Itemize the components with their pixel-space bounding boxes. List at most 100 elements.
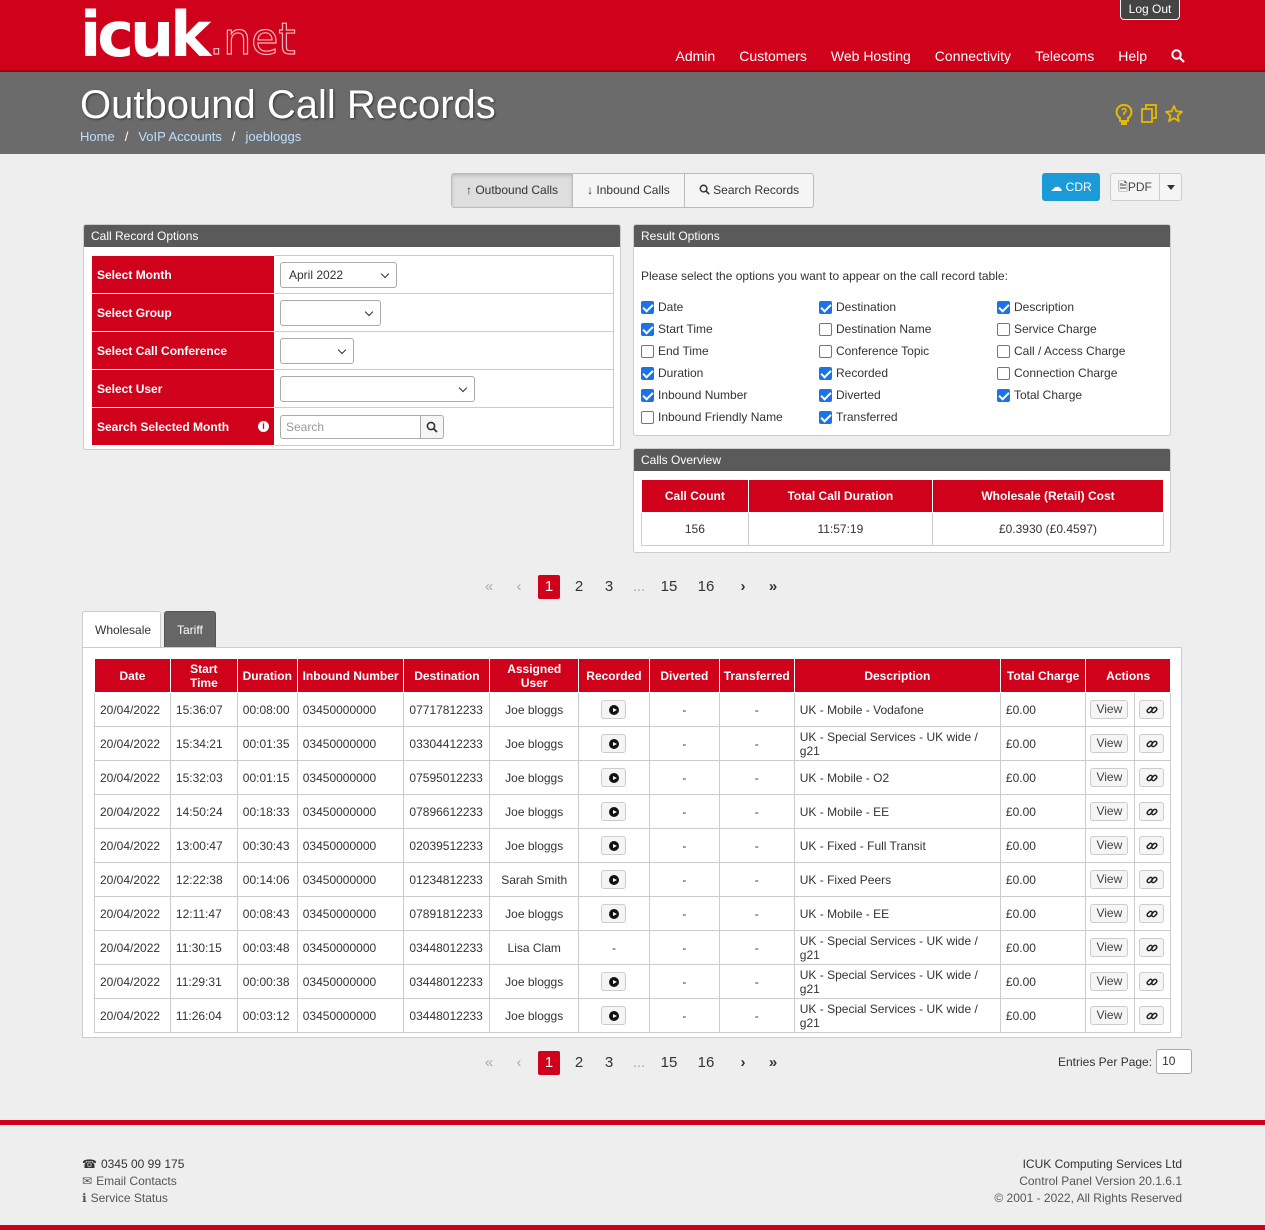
view-button[interactable]: View — [1090, 734, 1129, 753]
checkbox[interactable] — [819, 344, 832, 358]
view-button[interactable]: View — [1090, 972, 1129, 991]
checkbox[interactable] — [819, 322, 832, 336]
pdf-dropdown-caret[interactable] — [1160, 173, 1182, 201]
star-icon[interactable] — [1165, 104, 1183, 126]
icuk-logo[interactable]: icuk .net — [80, 4, 296, 66]
checkbox[interactable] — [641, 366, 654, 380]
link-icon[interactable] — [1139, 734, 1165, 753]
help-bulb-icon[interactable] — [1115, 104, 1133, 126]
last-page-icon[interactable]: » — [758, 575, 788, 599]
pdf-button[interactable]: 🗎PDF — [1110, 173, 1160, 201]
tab-wholesale[interactable]: Wholesale — [82, 611, 161, 648]
prev-page-icon[interactable]: ‹ — [504, 1051, 534, 1075]
prev-page-icon[interactable]: ‹ — [504, 575, 534, 599]
tab-search-records[interactable]: Search Records — [685, 174, 813, 207]
link-icon[interactable] — [1139, 1006, 1165, 1025]
nav-admin[interactable]: Admin — [676, 48, 716, 64]
view-button[interactable]: View — [1090, 768, 1129, 787]
checkbox[interactable] — [819, 388, 832, 402]
option-destination-name[interactable]: Destination Name — [819, 321, 997, 337]
nav-web-hosting[interactable]: Web Hosting — [831, 48, 911, 64]
checkbox[interactable] — [641, 410, 654, 424]
option-duration[interactable]: Duration — [641, 365, 819, 381]
page-1[interactable]: 1 — [538, 1051, 560, 1075]
month-search-input[interactable]: Search — [280, 414, 421, 439]
entries-per-page-input[interactable]: 10 — [1156, 1049, 1193, 1074]
checkbox[interactable] — [997, 300, 1010, 314]
option-destination[interactable]: Destination — [819, 299, 997, 315]
select-conference-dropdown[interactable] — [280, 337, 354, 364]
next-page-icon[interactable]: › — [728, 575, 758, 599]
link-icon[interactable] — [1139, 700, 1165, 719]
view-button[interactable]: View — [1090, 836, 1129, 855]
link-icon[interactable] — [1139, 938, 1165, 957]
checkbox[interactable] — [819, 410, 832, 424]
checkbox[interactable] — [641, 300, 654, 314]
info-icon[interactable]: i — [258, 420, 269, 432]
option-inbound-friendly-name[interactable]: Inbound Friendly Name — [641, 409, 819, 425]
page-2[interactable]: 2 — [564, 1051, 594, 1075]
checkbox[interactable] — [641, 388, 654, 402]
page-15[interactable]: 15 — [654, 575, 684, 599]
tab-inbound-calls[interactable]: ↓ Inbound Calls — [573, 174, 685, 207]
view-button[interactable]: View — [1090, 700, 1129, 719]
page-3[interactable]: 3 — [594, 1051, 624, 1075]
month-search-button[interactable] — [421, 414, 444, 439]
option-inbound-number[interactable]: Inbound Number — [641, 387, 819, 403]
cdr-download-button[interactable]: ☁ CDR — [1042, 173, 1100, 201]
link-icon[interactable] — [1139, 768, 1165, 787]
play-recording-button[interactable] — [601, 870, 627, 889]
view-button[interactable]: View — [1090, 802, 1129, 821]
option-call-access-charge[interactable]: Call / Access Charge — [997, 343, 1171, 359]
page-16[interactable]: 16 — [684, 575, 728, 599]
footer-email[interactable]: ✉ Email Contacts — [82, 1173, 184, 1190]
checkbox[interactable] — [997, 322, 1010, 336]
checkbox[interactable] — [997, 344, 1010, 358]
play-recording-button[interactable] — [601, 972, 627, 991]
link-icon[interactable] — [1139, 836, 1165, 855]
nav-telecoms[interactable]: Telecoms — [1035, 48, 1094, 64]
page-16[interactable]: 16 — [684, 1051, 728, 1075]
link-icon[interactable] — [1139, 904, 1165, 923]
option-transferred[interactable]: Transferred — [819, 409, 997, 425]
breadcrumb-joebloggs[interactable]: joebloggs — [246, 129, 302, 144]
last-page-icon[interactable]: » — [758, 1051, 788, 1075]
checkbox[interactable] — [997, 388, 1010, 402]
checkbox[interactable] — [997, 366, 1010, 380]
view-button[interactable]: View — [1090, 870, 1129, 889]
play-recording-button[interactable] — [601, 836, 627, 855]
view-button[interactable]: View — [1090, 904, 1129, 923]
select-user-dropdown[interactable] — [280, 375, 475, 402]
play-recording-button[interactable] — [601, 734, 627, 753]
option-total-charge[interactable]: Total Charge — [997, 387, 1171, 403]
nav-connectivity[interactable]: Connectivity — [935, 48, 1011, 64]
link-icon[interactable] — [1139, 802, 1165, 821]
view-button[interactable]: View — [1090, 938, 1129, 957]
copy-icon[interactable] — [1141, 104, 1157, 126]
page-2[interactable]: 2 — [564, 575, 594, 599]
first-page-icon[interactable]: « — [474, 1051, 504, 1075]
play-recording-button[interactable] — [601, 700, 627, 719]
option-diverted[interactable]: Diverted — [819, 387, 997, 403]
first-page-icon[interactable]: « — [474, 575, 504, 599]
option-service-charge[interactable]: Service Charge — [997, 321, 1171, 337]
breadcrumb-home[interactable]: Home — [80, 129, 115, 144]
play-recording-button[interactable] — [601, 1006, 627, 1025]
checkbox[interactable] — [641, 344, 654, 358]
logout-button[interactable]: Log Out — [1120, 0, 1180, 20]
search-icon[interactable] — [1171, 49, 1185, 63]
option-connection-charge[interactable]: Connection Charge — [997, 365, 1171, 381]
select-month-dropdown[interactable]: April 2022 — [280, 261, 397, 288]
footer-status[interactable]: ℹ Service Status — [82, 1190, 184, 1207]
page-3[interactable]: 3 — [594, 575, 624, 599]
nav-customers[interactable]: Customers — [739, 48, 807, 64]
option-end-time[interactable]: End Time — [641, 343, 819, 359]
option-recorded[interactable]: Recorded — [819, 365, 997, 381]
play-recording-button[interactable] — [601, 768, 627, 787]
checkbox[interactable] — [641, 322, 654, 336]
nav-help[interactable]: Help — [1118, 48, 1147, 64]
breadcrumb-voip-accounts[interactable]: VoIP Accounts — [138, 129, 222, 144]
view-button[interactable]: View — [1090, 1006, 1129, 1025]
select-group-dropdown[interactable] — [280, 299, 381, 326]
next-page-icon[interactable]: › — [728, 1051, 758, 1075]
